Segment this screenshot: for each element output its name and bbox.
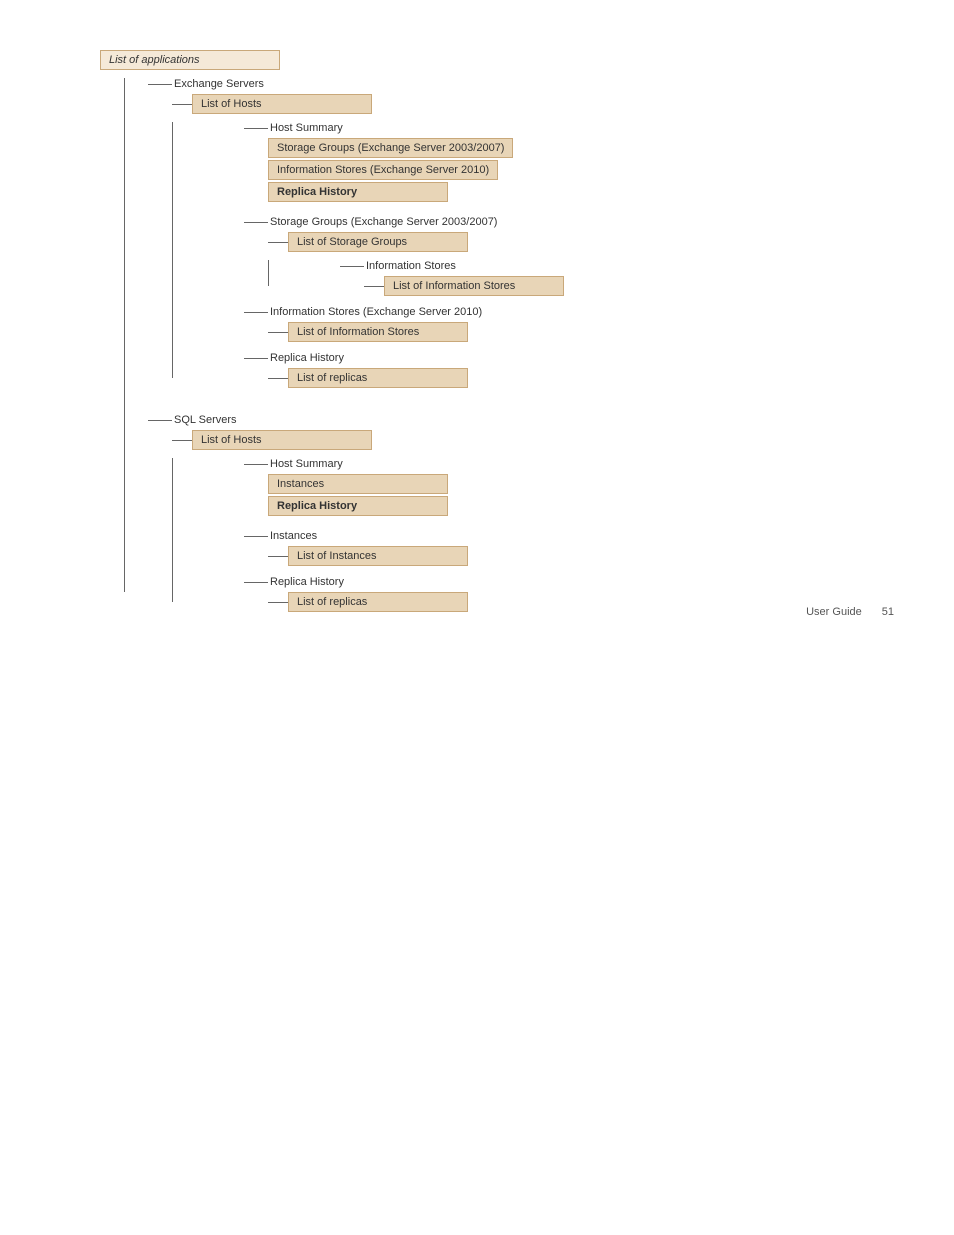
info-stores-summary-box: Information Stores (Exchange Server 2010… (268, 160, 498, 180)
exchange-list-hosts-box: List of Hosts (192, 94, 372, 114)
sql-servers-label: SQL Servers (174, 414, 237, 426)
host-summary-exchange-label: Host Summary (270, 122, 343, 134)
replica-history-sql-section-label: Replica History (270, 576, 344, 588)
sql-list-hosts-box: List of Hosts (192, 430, 372, 450)
replica-history-sql-summary-box: Replica History (268, 496, 448, 516)
instances-section-label: Instances (270, 530, 317, 542)
host-summary-sql-label: Host Summary (270, 458, 343, 470)
root-box: List of applications (100, 50, 280, 70)
info-stores-section-label: Information Stores (366, 260, 456, 272)
replica-history-summary-box: Replica History (268, 182, 448, 202)
replica-history-section-label: Replica History (270, 352, 344, 364)
storage-groups-summary-box: Storage Groups (Exchange Server 2003/200… (268, 138, 513, 158)
info-stores-2010-label: Information Stores (Exchange Server 2010… (270, 306, 482, 318)
footer-page: 51 (882, 606, 894, 618)
exchange-servers-label: Exchange Servers (174, 78, 264, 90)
list-instances-box: List of Instances (288, 546, 468, 566)
list-replicas-exchange-box: List of replicas (288, 368, 468, 388)
list-storage-groups-box: List of Storage Groups (288, 232, 468, 252)
list-replicas-sql-box: List of replicas (288, 592, 468, 612)
footer-text: User Guide (806, 606, 862, 618)
list-info-stores-box: List of Information Stores (384, 276, 564, 296)
list-info-stores-2010-box: List of Information Stores (288, 322, 468, 342)
storage-groups-section-label: Storage Groups (Exchange Server 2003/200… (270, 216, 497, 228)
instances-summary-box: Instances (268, 474, 448, 494)
